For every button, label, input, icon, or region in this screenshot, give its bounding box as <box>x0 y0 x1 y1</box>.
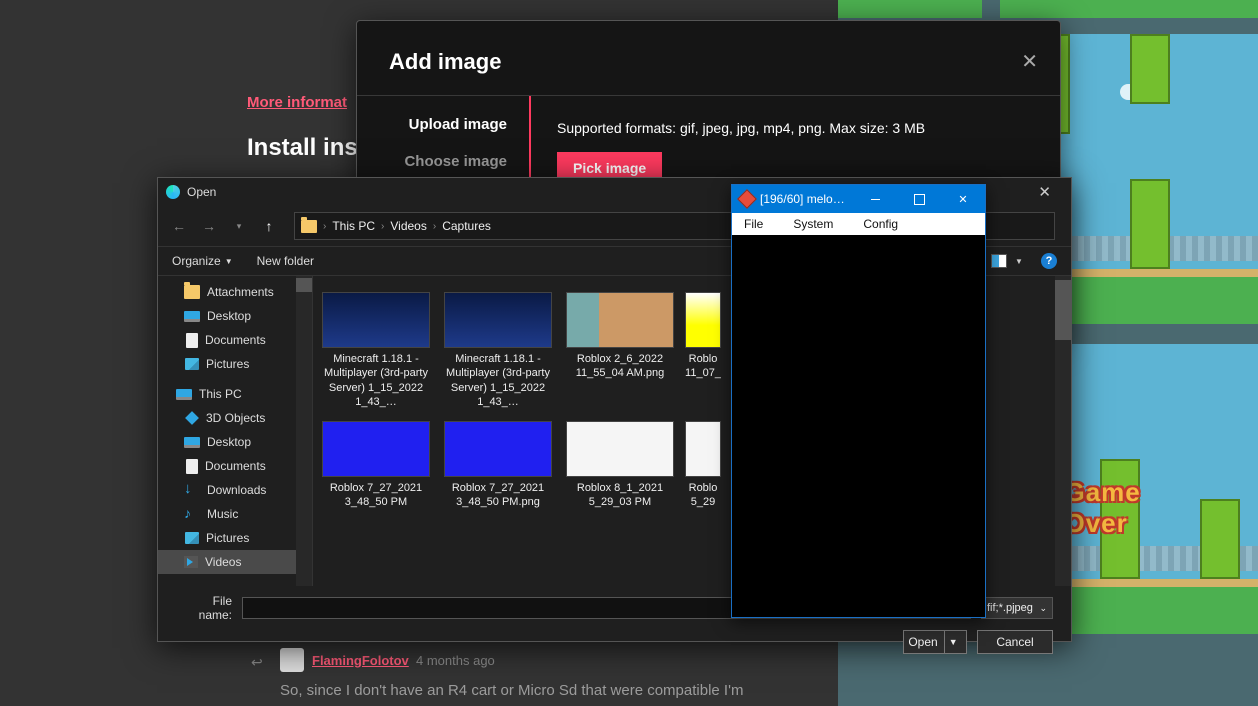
dialog-close-button[interactable]: ✕ <box>1026 183 1063 201</box>
close-button[interactable]: ✕ <box>941 185 985 213</box>
nav-back-button[interactable]: ← <box>166 213 192 239</box>
tab-choose-image[interactable]: Choose image <box>357 143 529 180</box>
maximize-button[interactable] <box>897 185 941 213</box>
melonds-menubar: File System Config <box>732 213 985 235</box>
new-folder-button[interactable]: New folder <box>257 254 314 268</box>
organize-menu[interactable]: Organize▼ <box>172 254 233 268</box>
breadcrumb-captures[interactable]: Captures <box>436 219 497 233</box>
tree-downloads[interactable]: ↓Downloads <box>158 478 312 502</box>
folder-tree: Attachments Desktop Documents Pictures T… <box>158 276 313 586</box>
melonds-titlebar[interactable]: [196/60] melo… ✕ <box>732 185 985 213</box>
tab-upload-image[interactable]: Upload image <box>357 106 529 143</box>
tree-desktop2[interactable]: Desktop <box>158 430 312 454</box>
tree-this-pc[interactable]: This PC <box>158 382 312 406</box>
cancel-button[interactable]: Cancel <box>977 630 1053 654</box>
file-item[interactable]: Roblo 5_29 <box>683 417 723 514</box>
breadcrumb-videos[interactable]: Videos <box>384 219 432 233</box>
dialog-title: Open <box>187 185 216 199</box>
melonds-icon <box>737 189 757 209</box>
open-split-arrow[interactable]: ▼ <box>944 631 962 653</box>
melonds-window: [196/60] melo… ✕ File System Config <box>731 184 986 618</box>
menu-config[interactable]: Config <box>857 215 904 233</box>
breadcrumb-this-pc[interactable]: This PC <box>326 219 381 233</box>
file-item[interactable]: Roblox 2_6_2022 11_55_04 AM.png <box>561 288 679 413</box>
tree-documents[interactable]: Documents <box>158 328 312 352</box>
filename-label: File name: <box>176 594 232 622</box>
filetype-select[interactable]: fif;*.pjpeg⌄ <box>981 597 1053 619</box>
game-tile <box>838 0 982 18</box>
tree-music[interactable]: ♪Music <box>158 502 312 526</box>
help-button[interactable]: ? <box>1041 253 1057 269</box>
menu-system[interactable]: System <box>787 215 839 233</box>
nav-recent-button[interactable]: ▾ <box>226 213 252 239</box>
comment-body: So, since I don't have an R4 cart or Mic… <box>280 682 743 699</box>
tree-pictures2[interactable]: Pictures <box>158 526 312 550</box>
file-item[interactable]: Roblox 7_27_2021 3_48_50 PM.png <box>439 417 557 514</box>
files-scrollbar[interactable] <box>1055 276 1071 586</box>
melonds-title-text: [196/60] melo… <box>760 192 853 206</box>
minimize-button[interactable] <box>853 185 897 213</box>
tree-documents2[interactable]: Documents <box>158 454 312 478</box>
edge-icon <box>166 185 180 199</box>
game-over-text: Game Over <box>1065 477 1194 539</box>
game-tile <box>1000 0 1258 18</box>
modal-title: Add image <box>357 21 1060 96</box>
tree-3d-objects[interactable]: 3D Objects <box>158 406 312 430</box>
tree-desktop[interactable]: Desktop <box>158 304 312 328</box>
tree-scrollbar[interactable] <box>296 276 312 586</box>
file-item[interactable]: Roblo 11_07_ <box>683 288 723 413</box>
tree-pictures[interactable]: Pictures <box>158 352 312 376</box>
modal-close-button[interactable]: ✕ <box>1021 49 1038 74</box>
menu-file[interactable]: File <box>738 215 769 233</box>
nav-up-button[interactable]: ↑ <box>256 213 282 239</box>
tree-attachments[interactable]: Attachments <box>158 280 312 304</box>
view-options-button[interactable] <box>991 253 1007 269</box>
open-button[interactable]: Open▼ <box>903 630 967 654</box>
nav-forward-button[interactable]: → <box>196 213 222 239</box>
tree-videos[interactable]: Videos <box>158 550 312 574</box>
file-item[interactable]: Minecraft 1.18.1 - Multiplayer (3rd-part… <box>439 288 557 413</box>
install-instructions-heading: Install ins <box>247 134 358 162</box>
file-item[interactable]: Roblox 8_1_2021 5_29_03 PM <box>561 417 679 514</box>
view-dropdown-button[interactable]: ▼ <box>1011 253 1027 269</box>
folder-icon <box>301 220 317 233</box>
format-hint: Supported formats: gif, jpeg, jpg, mp4, … <box>557 120 1034 136</box>
more-information-link[interactable]: More informat <box>247 94 347 111</box>
file-item[interactable]: Minecraft 1.18.1 - Multiplayer (3rd-part… <box>317 288 435 413</box>
file-item[interactable]: Roblox 7_27_2021 3_48_50 PM <box>317 417 435 514</box>
